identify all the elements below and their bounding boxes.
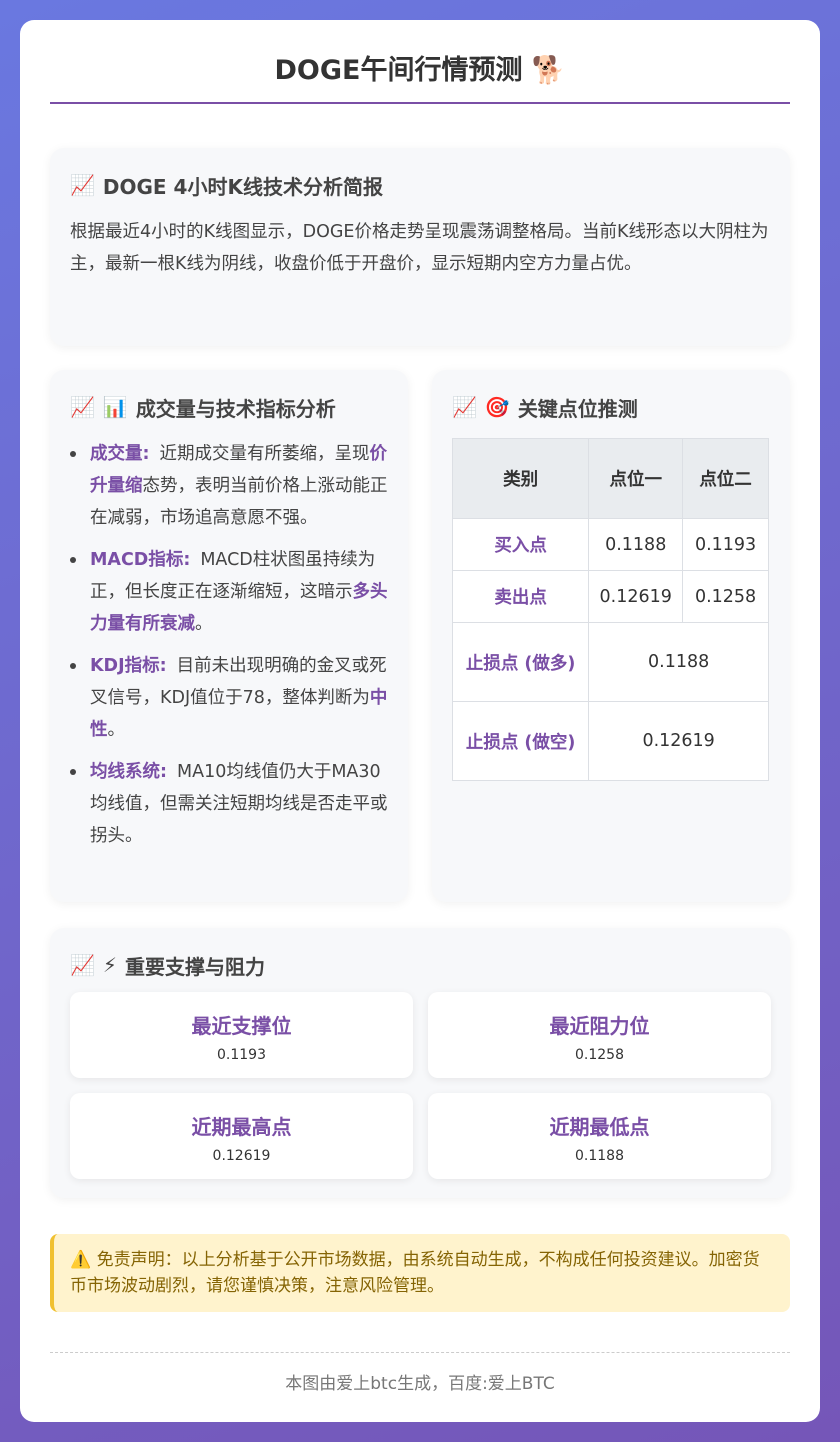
stat-value: 0.1258 [575, 1047, 624, 1063]
support-panel: 📈 ⚡ 重要支撑与阻力 最近支撑位 0.1193 最近阻力位 0.1258 近期… [50, 928, 790, 1198]
stat-value: 0.12619 [212, 1148, 271, 1164]
list-item: 成交量: 近期成交量有所萎缩，呈现价升量缩态势，表明当前价格上涨动能正在减弱，市场… [70, 438, 388, 534]
column-header: 点位二 [682, 438, 769, 519]
cell-value: 0.12619 [588, 701, 769, 781]
stat-label: 近期最低点 [549, 1115, 650, 1139]
brief-heading: DOGE 4小时K线技术分析简报 [102, 174, 383, 199]
support-heading-row: 📈 ⚡ 重要支撑与阻力 [70, 948, 770, 982]
brief-heading-row: 📈 DOGE 4小时K线技术分析简报 [70, 168, 770, 202]
stat-value: 0.1193 [217, 1047, 266, 1063]
table-row: 卖出点 0.12619 0.1258 [451, 570, 769, 623]
stat-card: 最近支撑位 0.1193 [70, 992, 413, 1078]
stat-card: 最近阻力位 0.1258 [428, 992, 771, 1078]
stat-label: 近期最高点 [191, 1115, 292, 1139]
table-row: 止损点 (做多) 0.1188 [451, 622, 769, 702]
list-item: KDJ指标: 目前未出现明确的金叉或死叉信号，KDJ值位于78，整体判断为中性。 [70, 650, 388, 746]
brief-panel: 📈 DOGE 4小时K线技术分析简报 根据最近4小时的K线图显示，DOGE价格走… [50, 148, 790, 346]
keypoints-panel: 📈 🎯 关键点位推测 类别 点位一 点位二 买入点 0.1188 0.1193 … [432, 370, 790, 902]
table-row: 买入点 0.1188 0.1193 [451, 518, 769, 571]
indicators-heading: 成交量与技术指标分析 [135, 396, 336, 421]
disclaimer-box: ⚠️ 免责声明：以上分析基于公开市场数据，由系统自动生成，不构成任何投资建议。加… [50, 1234, 790, 1312]
chart-up-icon: 📈 [70, 173, 95, 197]
chart-up-icon: 📈 [70, 395, 95, 419]
target-icon: 🎯 [484, 395, 510, 419]
stat-label: 最近支撑位 [191, 1014, 292, 1038]
footer-text: 本图由爱上btc生成，百度:爱上BTC [50, 1352, 790, 1402]
stat-card: 近期最低点 0.1188 [428, 1093, 771, 1179]
indicator-text: 。 [107, 720, 126, 740]
table-row: 止损点 (做空) 0.12619 [451, 701, 769, 781]
keypoints-heading: 关键点位推测 [517, 396, 638, 421]
keypoints-heading-row: 📈 🎯 关键点位推测 [452, 390, 770, 424]
cell-value: 0.1188 [588, 518, 684, 571]
cell-value: 0.1258 [682, 570, 769, 623]
stat-card: 近期最高点 0.12619 [70, 1093, 413, 1179]
indicator-text: 。 [195, 614, 213, 634]
support-heading: 重要支撑与阻力 [124, 954, 265, 979]
cell-value: 0.12619 [588, 570, 684, 623]
indicators-heading-row: 📈 📊 成交量与技术指标分析 [70, 390, 388, 424]
cell-value: 0.1188 [588, 622, 769, 702]
stat-label: 最近阻力位 [549, 1014, 650, 1038]
row-label: 止损点 (做多) [451, 622, 590, 702]
indicator-key: KDJ指标: [90, 656, 167, 676]
title-bar: DOGE午间行情预测 🐕 [50, 50, 790, 104]
cell-value: 0.1193 [682, 518, 769, 571]
indicator-key: 均线系统: [90, 762, 167, 782]
indicator-key: MACD指标: [90, 550, 191, 570]
indicators-panel: 📈 📊 成交量与技术指标分析 成交量: 近期成交量有所萎缩，呈现价升量缩态势，表明… [50, 370, 408, 902]
page-title: DOGE午间行情预测 🐕 [274, 55, 566, 86]
bar-chart-icon: 📊 [102, 395, 128, 419]
list-item: MACD指标: MACD柱状图虽持续为正，但长度正在逐渐缩短，这暗示多头力量有所衰… [70, 544, 388, 640]
indicator-text: 近期成交量有所萎缩，呈现 [159, 444, 370, 464]
chart-up-icon: 📈 [452, 395, 477, 419]
column-header: 点位一 [588, 438, 684, 519]
lightning-icon: ⚡ [102, 953, 117, 977]
report-card: DOGE午间行情预测 🐕 📈 DOGE 4小时K线技术分析简报 根据最近4小时的… [20, 20, 820, 1422]
row-label: 止损点 (做空) [451, 701, 590, 781]
chart-up-icon: 📈 [70, 953, 95, 977]
list-item: 均线系统: MA10均线值仍大于MA30均线值，但需关注短期均线是否走平或拐头。 [70, 756, 388, 852]
keypoints-table: 类别 点位一 点位二 买入点 0.1188 0.1193 卖出点 0.12619… [451, 438, 769, 781]
stat-value: 0.1188 [575, 1148, 624, 1164]
indicator-key: 成交量: [90, 444, 150, 464]
indicator-list: 成交量: 近期成交量有所萎缩，呈现价升量缩态势，表明当前价格上涨动能正在减弱，市场… [70, 438, 388, 852]
column-header: 类别 [451, 438, 590, 519]
brief-text: 根据最近4小时的K线图显示，DOGE价格走势呈现震荡调整格局。当前K线形态以大阴… [70, 222, 769, 274]
row-label: 买入点 [451, 518, 590, 571]
table-header-row: 类别 点位一 点位二 [451, 438, 769, 519]
row-label: 卖出点 [451, 570, 590, 623]
